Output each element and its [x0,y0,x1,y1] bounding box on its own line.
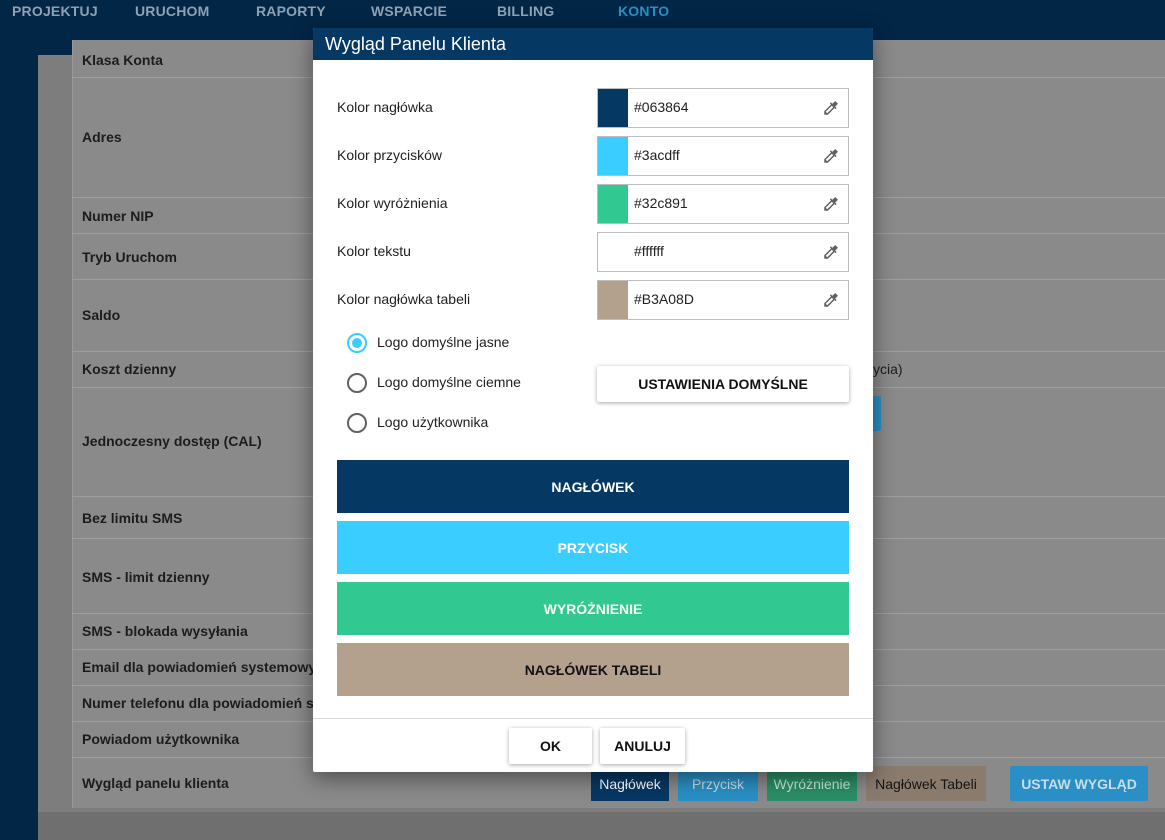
dialog-header: Wygląd Panelu Klienta [313,28,873,60]
eyedropper-icon[interactable] [822,195,840,213]
eyedropper-icon[interactable] [822,243,840,261]
preview-button: PRZYCISK [337,521,849,574]
nav-konto[interactable]: KONTO [618,3,669,19]
text-color-field[interactable]: #ffffff [597,232,849,272]
dialog-title: Wygląd Panelu Klienta [325,34,506,54]
button-color-field[interactable]: #3acdff [597,136,849,176]
left-sidebar-strip [0,55,38,840]
row-label: Wygląd panelu klienta [82,775,229,791]
row-label: Saldo [82,307,121,323]
row-label: Jednoczesny dostęp (CAL) [82,433,262,449]
color-hex-value[interactable]: #063864 [634,99,689,115]
eyedropper-icon[interactable] [822,147,840,165]
nav-wsparcie[interactable]: WSPARCIE [371,3,447,19]
table-header-color-field[interactable]: #B3A08D [597,280,849,320]
preview-highlight: WYRÓŻNIENIE [337,582,849,635]
chip-table-header-preview: Nagłówek Tabeli [866,766,986,801]
ok-button[interactable]: OK [509,728,592,764]
row-label: Numer telefonu dla powiadomień sys [82,695,330,711]
color-label: Kolor tekstu [337,243,411,259]
radio-label: Logo domyślne ciemne [377,374,521,390]
color-swatch [598,89,628,127]
row-label: Powiadom użytkownika [82,731,240,747]
appearance-dialog: Wygląd Panelu Klienta Kolor nagłówka #06… [313,28,873,772]
color-hex-value[interactable]: #B3A08D [634,291,694,307]
nav-billing[interactable]: BILLING [497,3,554,19]
eyedropper-icon[interactable] [822,99,840,117]
color-swatch [598,137,628,175]
color-label: Kolor przycisków [337,147,443,163]
color-label: Kolor nagłówka tabeli [337,291,471,307]
restore-defaults-button[interactable]: USTAWIENIA DOMYŚLNE [597,366,849,402]
preview-table-header: NAGŁÓWEK TABELI [337,643,849,696]
koszt-dzienny-value: ycia) [873,361,903,377]
row-label: SMS - limit dzienny [82,569,210,585]
radio-button[interactable] [347,413,367,433]
dialog-footer-divider [313,718,873,719]
nav-uruchom[interactable]: URUCHOM [135,3,210,19]
color-label: Kolor wyróżnienia [337,195,448,211]
color-row-text: Kolor tekstu #ffffff [337,232,849,272]
row-label: Tryb Uruchom [82,249,177,265]
row-label: Numer NIP [82,208,154,224]
color-label: Kolor nagłówka [337,99,433,115]
header-color-field[interactable]: #063864 [597,88,849,128]
row-label: Adres [82,129,122,145]
eyedropper-icon[interactable] [822,291,840,309]
nav-raporty[interactable]: RAPORTY [256,3,326,19]
color-row-highlight: Kolor wyróżnienia #32c891 [337,184,849,224]
radio-label: Logo domyślne jasne [377,334,510,350]
color-hex-value[interactable]: #ffffff [634,243,664,259]
color-swatch [598,281,628,319]
radio-button[interactable] [347,333,367,353]
row-label: Email dla powiadomień systemowych [82,659,333,675]
set-appearance-button[interactable]: USTAW WYGLĄD [1010,766,1148,801]
color-row-table-header: Kolor nagłówka tabeli #B3A08D [337,280,849,320]
page-footer-bar [38,812,1165,840]
highlight-color-field[interactable]: #32c891 [597,184,849,224]
cancel-button[interactable]: ANULUJ [600,728,685,764]
cal-action-button[interactable] [872,396,881,431]
color-row-header: Kolor nagłówka #063864 [337,88,849,128]
preview-header: NAGŁÓWEK [337,460,849,513]
color-hex-value[interactable]: #3acdff [634,147,680,163]
radio-button[interactable] [347,373,367,393]
row-label: SMS - blokada wysyłania [82,623,248,639]
row-label: Bez limitu SMS [82,510,183,526]
radio-label: Logo użytkownika [377,414,489,430]
color-swatch [598,185,628,223]
color-swatch [598,233,628,271]
nav-projektuj[interactable]: PROJEKTUJ [12,3,98,19]
row-label: Klasa Konta [82,52,163,68]
row-label: Koszt dzienny [82,361,177,377]
color-row-buttons: Kolor przycisków #3acdff [337,136,849,176]
color-hex-value[interactable]: #32c891 [634,195,688,211]
